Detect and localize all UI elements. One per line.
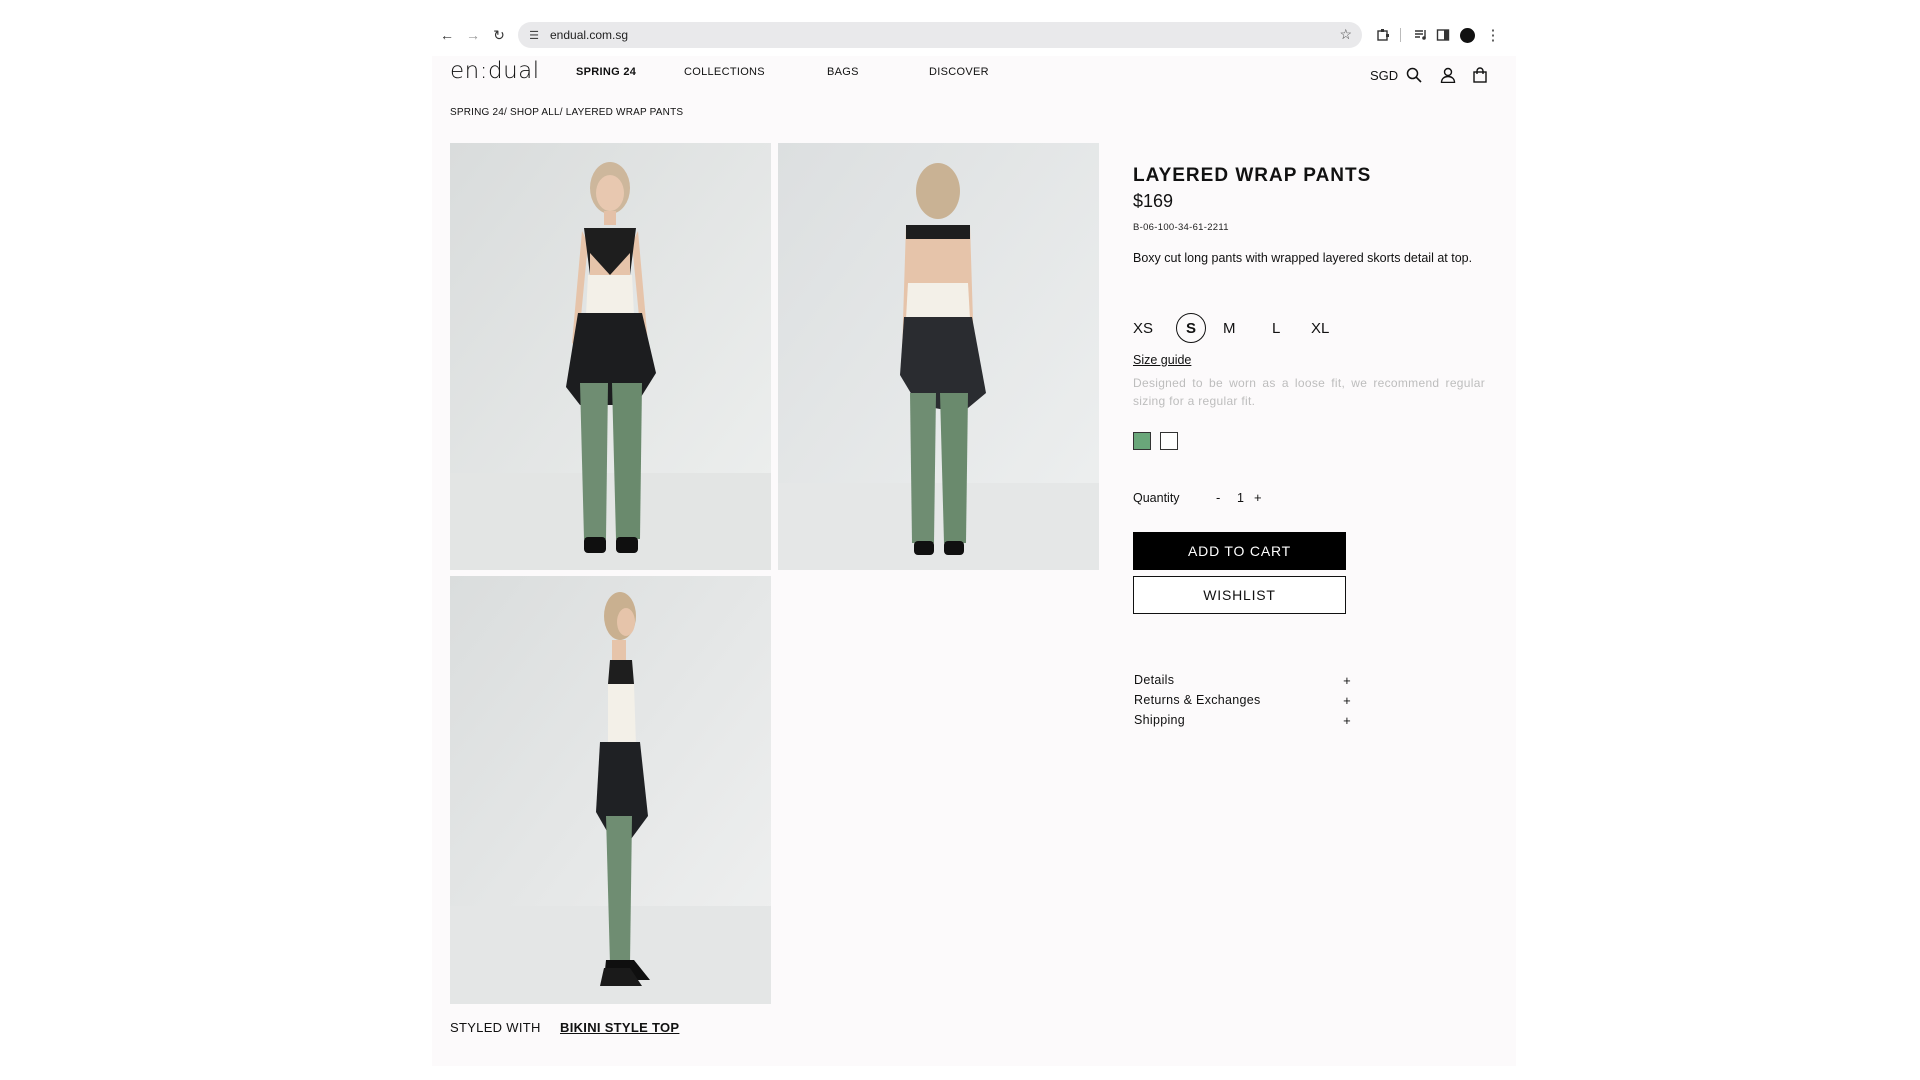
product-price: $169 (1133, 191, 1174, 211)
quantity-value[interactable]: 1 (1237, 491, 1244, 505)
size-guide-link[interactable]: Size guide (1133, 353, 1191, 367)
accordion-label: Shipping (1134, 713, 1186, 727)
size-option-xl[interactable]: XL (1311, 313, 1329, 343)
size-option-m[interactable]: M (1223, 313, 1236, 343)
reload-icon[interactable]: ↻ (488, 24, 510, 46)
nav-discover[interactable]: DISCOVER (929, 66, 989, 78)
forward-arrow-icon[interactable]: → (462, 24, 484, 46)
size-option-l[interactable]: L (1272, 313, 1280, 343)
styled-with-label: STYLED WITH (450, 1020, 541, 1035)
nav-bags[interactable]: BAGS (827, 66, 859, 78)
account-icon[interactable] (1438, 65, 1458, 85)
toolbar-separator (1400, 28, 1401, 42)
profile-icon[interactable] (1456, 24, 1478, 46)
browser-toolbar: ← → ↻ ☰ endual.com.sg ☆ ⋮ (432, 14, 1516, 56)
size-option-s[interactable]: S (1176, 313, 1206, 343)
wishlist-button[interactable]: WISHLIST (1133, 576, 1346, 614)
quantity-increment-button[interactable]: + (1254, 490, 1262, 505)
accordion-shipping[interactable]: Shipping + (1134, 713, 1354, 731)
product-image-side[interactable] (450, 576, 771, 1004)
accordion-details[interactable]: Details + (1134, 673, 1354, 691)
shopping-bag-icon[interactable] (1470, 65, 1490, 85)
nav-collections[interactable]: COLLECTIONS (684, 66, 765, 78)
expand-plus-icon[interactable]: + (1343, 693, 1351, 708)
product-image-back[interactable] (778, 143, 1099, 570)
size-option-xs[interactable]: XS (1133, 313, 1153, 343)
search-icon[interactable] (1404, 65, 1424, 85)
nav-spring-24[interactable]: SPRING 24 (576, 66, 636, 78)
quantity-label: Quantity (1133, 491, 1180, 505)
browser-window: ← → ↻ ☰ endual.com.sg ☆ ⋮ en:dual SPRING… (432, 14, 1516, 1066)
accordion-label: Returns & Exchanges (1134, 693, 1261, 707)
side-panel-icon[interactable] (1432, 24, 1454, 46)
currency-selector[interactable]: SGD (1370, 68, 1398, 83)
url-text[interactable]: endual.com.sg (550, 28, 628, 42)
product-sku: B-06-100-34-61-2211 (1133, 222, 1229, 233)
color-swatch-white[interactable] (1160, 432, 1178, 450)
bookmark-star-icon[interactable]: ☆ (1339, 26, 1352, 43)
quantity-decrement-button[interactable]: - (1216, 490, 1220, 505)
menu-kebab-icon[interactable]: ⋮ (1482, 24, 1504, 46)
media-icon[interactable] (1410, 24, 1432, 46)
accordion-label: Details (1134, 673, 1175, 687)
product-description: Boxy cut long pants with wrapped layered… (1133, 251, 1473, 265)
breadcrumb[interactable]: SPRING 24/ SHOP ALL/ LAYERED WRAP PANTS (450, 107, 683, 118)
expand-plus-icon[interactable]: + (1343, 713, 1351, 728)
product-image-front[interactable] (450, 143, 771, 570)
back-arrow-icon[interactable]: ← (436, 24, 458, 46)
expand-plus-icon[interactable]: + (1343, 673, 1351, 688)
product-title: LAYERED WRAP PANTS (1133, 165, 1372, 186)
styled-with-link[interactable]: BIKINI STYLE TOP (560, 1020, 679, 1035)
extensions-icon[interactable] (1372, 24, 1394, 46)
fit-note: Designed to be worn as a loose fit, we r… (1133, 376, 1485, 408)
site-settings-icon[interactable]: ☰ (526, 27, 542, 43)
site-logo[interactable]: en:dual (450, 58, 540, 84)
accordion-returns-exchanges[interactable]: Returns & Exchanges + (1134, 693, 1354, 711)
address-bar[interactable]: ☰ endual.com.sg ☆ (518, 22, 1362, 48)
add-to-cart-button[interactable]: ADD TO CART (1133, 532, 1346, 570)
color-swatch-green[interactable] (1133, 432, 1151, 450)
